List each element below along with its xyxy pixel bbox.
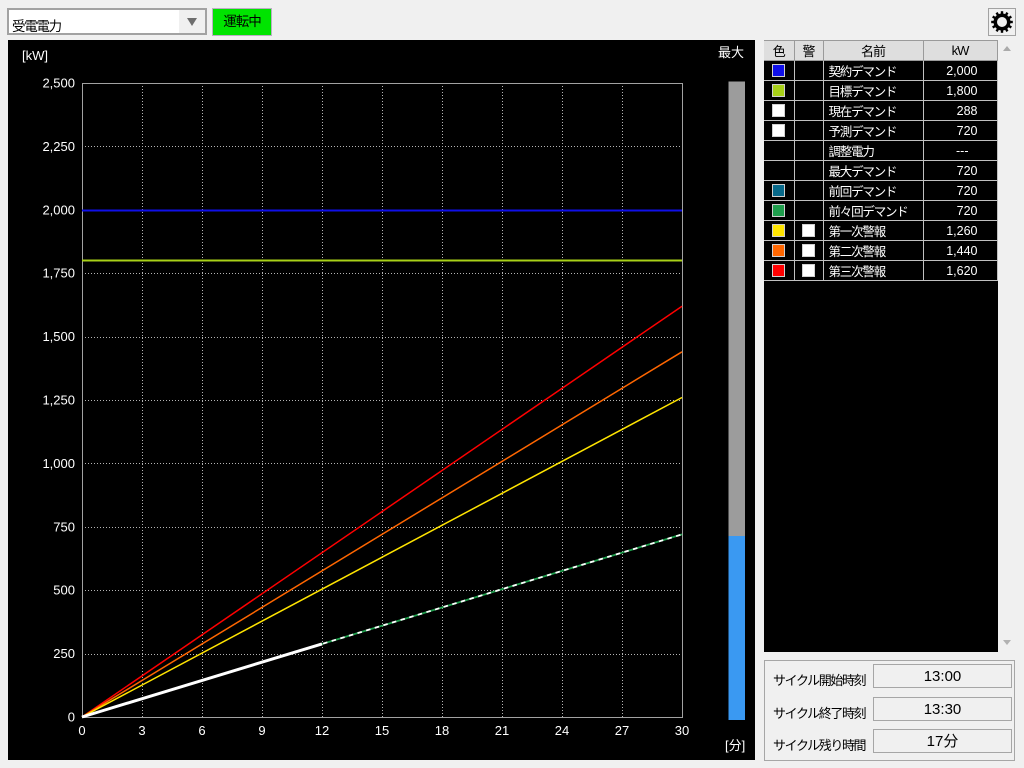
svg-text:21: 21 (495, 723, 509, 738)
svg-text:1,250: 1,250 (42, 393, 75, 408)
svg-text:250: 250 (53, 646, 75, 661)
svg-text:2,000: 2,000 (42, 202, 75, 217)
svg-text:0: 0 (68, 710, 75, 725)
svg-text:3: 3 (138, 723, 145, 738)
svg-text:1,500: 1,500 (42, 329, 75, 344)
svg-text:9: 9 (258, 723, 265, 738)
svg-text:12: 12 (315, 723, 329, 738)
svg-text:6: 6 (198, 723, 205, 738)
svg-text:30: 30 (675, 723, 689, 738)
svg-text:[分]: [分] (725, 738, 745, 753)
svg-text:500: 500 (53, 583, 75, 598)
svg-text:最大: 最大 (718, 45, 744, 60)
svg-text:[kW]: [kW] (22, 48, 48, 63)
svg-text:24: 24 (555, 723, 569, 738)
svg-text:1,000: 1,000 (42, 456, 75, 471)
svg-text:15: 15 (375, 723, 389, 738)
svg-text:2,500: 2,500 (42, 76, 75, 91)
svg-text:18: 18 (435, 723, 449, 738)
svg-text:2,250: 2,250 (42, 139, 75, 154)
svg-text:750: 750 (53, 519, 75, 534)
svg-text:1,750: 1,750 (42, 266, 75, 281)
svg-text:0: 0 (78, 723, 85, 738)
svg-text:27: 27 (615, 723, 629, 738)
